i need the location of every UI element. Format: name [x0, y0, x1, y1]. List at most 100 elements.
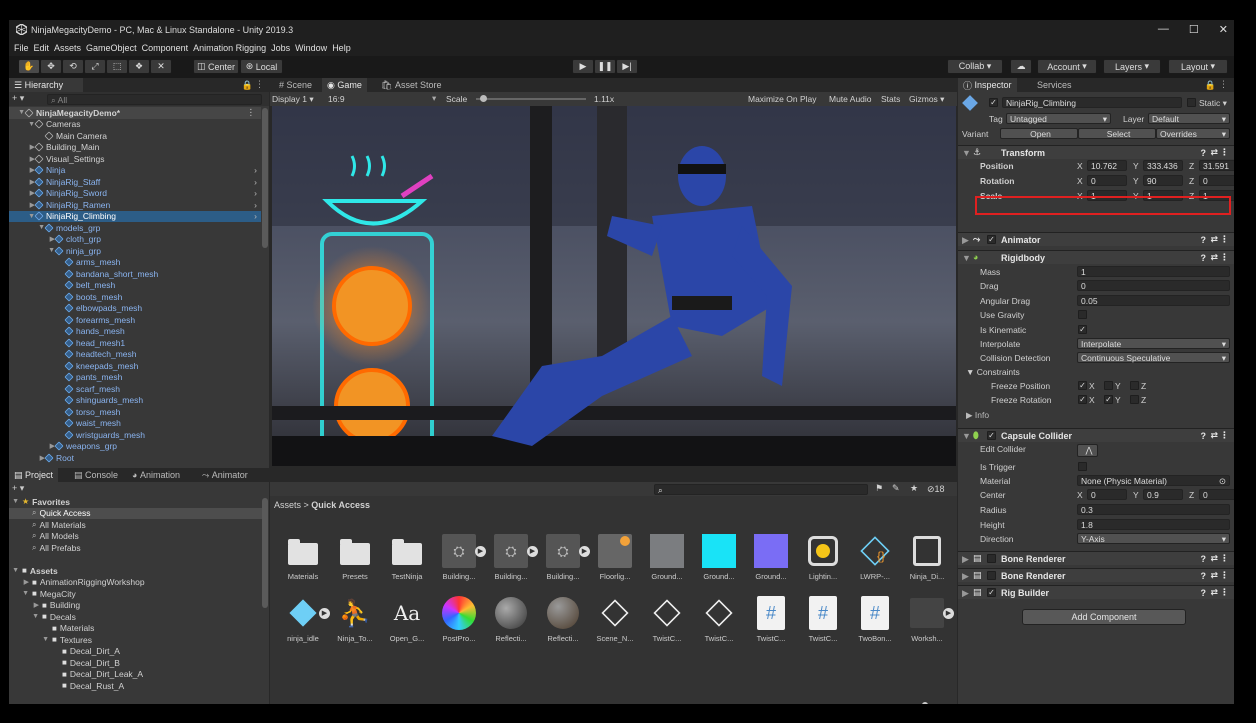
foldout-arrow[interactable]: ▶	[9, 178, 35, 186]
freeze-rotation-x-checkbox[interactable]: ✓	[1078, 395, 1087, 404]
rigidbody-number-field[interactable]: 0	[1077, 280, 1230, 292]
pivot-center-toggle[interactable]: ◫ Center	[193, 59, 239, 74]
asset-item[interactable]: Reflecti...	[488, 596, 534, 643]
asset-item[interactable]: Reflecti...	[540, 596, 586, 643]
edit-collider-button[interactable]: ⋀	[1077, 444, 1098, 457]
hierarchy-item[interactable]: waist_mesh	[9, 418, 261, 430]
open-prefab-chevron-icon[interactable]: ›	[254, 177, 257, 187]
hierarchy-item[interactable]: hands_mesh	[9, 326, 261, 338]
preset-icon[interactable]: ⇄	[1210, 570, 1218, 581]
foldout-arrow[interactable]: ▶	[9, 601, 39, 609]
asset-item[interactable]: TestNinja	[384, 534, 430, 581]
foldout-arrow[interactable]: ▼	[9, 224, 45, 231]
component-menu-icon[interactable]: ⋮	[1220, 147, 1229, 158]
foldout-arrow[interactable]: ▼	[9, 498, 19, 505]
menu-window[interactable]: Window	[295, 43, 327, 53]
active-checkbox[interactable]: ✓	[989, 98, 998, 107]
hierarchy-item[interactable]: kneepads_mesh	[9, 360, 261, 372]
hierarchy-item[interactable]: elbowpads_mesh	[9, 303, 261, 315]
foldout-arrow[interactable]: ▶	[9, 201, 35, 209]
foldout-arrow[interactable]: ▼	[9, 636, 49, 643]
asset-item[interactable]: Floorlig...	[592, 534, 638, 581]
capsule-enabled-checkbox[interactable]: ✓	[987, 431, 996, 440]
hierarchy-item[interactable]: arms_mesh	[9, 257, 261, 269]
maximize-button[interactable]: ☐	[1189, 23, 1199, 36]
asset-item[interactable]: Ground...	[696, 534, 742, 581]
foldout-arrow[interactable]: ▶	[9, 442, 55, 450]
tab-asset-store[interactable]: 🛍 Asset Store	[376, 78, 446, 92]
hierarchy-item[interactable]: ▶ weapons_grp	[9, 441, 261, 453]
project-tree-item[interactable]: ⌕ All Models	[9, 531, 264, 543]
layout-dropdown[interactable]: Layout ▾	[1168, 59, 1228, 74]
tab-game[interactable]: ◉ Game	[322, 78, 367, 92]
panel-menu-icon[interactable]: ⋮	[1219, 79, 1228, 90]
aspect-dropdown[interactable]: 16:9	[328, 94, 345, 104]
project-tree-item[interactable]: ▼ ★ Favorites	[9, 496, 264, 508]
component-menu-icon[interactable]: ⋮	[1220, 553, 1229, 564]
foldout-arrow[interactable]: ▼	[9, 213, 35, 220]
tab-animation[interactable]: ◕ Animation	[127, 468, 185, 482]
lock-icon[interactable]: 🔒	[1205, 80, 1216, 91]
minimize-button[interactable]: —	[1158, 23, 1169, 36]
constraints-foldout[interactable]: ▼ Constraints	[966, 367, 1020, 377]
rotation-z-field[interactable]: 0	[1199, 175, 1234, 186]
foldout-arrow[interactable]: ▼	[9, 121, 35, 128]
component-menu-icon[interactable]: ⋮	[1220, 234, 1229, 245]
foldout-arrow[interactable]: ▶	[9, 578, 29, 586]
capsule-collider-header[interactable]: ▼ ⬮ ✓ Capsule Collider ? ⇄ ⋮	[958, 428, 1234, 442]
breadcrumb-quick-access[interactable]: Quick Access	[311, 500, 370, 510]
preset-icon[interactable]: ⇄	[1210, 430, 1218, 441]
game-view[interactable]	[272, 106, 956, 466]
component-menu-icon[interactable]: ⋮	[1220, 570, 1229, 581]
position-x-field[interactable]: 10.762	[1087, 160, 1127, 171]
center-z-field[interactable]: 0	[1199, 489, 1234, 500]
rig-builder-header[interactable]: ▶ ▤ ✓ Rig Builder ? ⇄ ⋮	[958, 585, 1234, 599]
aspect-dropdown-arrow[interactable]: ▾	[432, 93, 436, 104]
asset-item[interactable]: # TwoBon...	[852, 596, 898, 643]
asset-item[interactable]: # TwistC...	[800, 596, 846, 643]
asset-item[interactable]: # TwistC...	[748, 596, 794, 643]
tab-scene[interactable]: # Scene	[274, 78, 317, 92]
hierarchy-item[interactable]: ▼ Cameras	[9, 119, 261, 131]
preset-icon[interactable]: ⇄	[1210, 252, 1218, 263]
pivot-local-toggle[interactable]: ⊛ Local	[240, 59, 283, 74]
menu-assets[interactable]: Assets	[54, 43, 81, 53]
hierarchy-item[interactable]: ▶ Visual_Settings	[9, 153, 261, 165]
pause-button[interactable]: ❚❚	[594, 59, 616, 74]
is-trigger-checkbox[interactable]	[1078, 462, 1087, 471]
material-field[interactable]: None (Physic Material) ⊙	[1077, 475, 1230, 486]
asset-item[interactable]: ▶ Worksh...	[904, 596, 954, 643]
foldout-arrow[interactable]: ▶	[9, 143, 35, 151]
bone-renderer-1-checkbox[interactable]	[987, 554, 996, 563]
help-icon[interactable]: ?	[1201, 571, 1207, 581]
help-icon[interactable]: ?	[1201, 253, 1207, 263]
menu-edit[interactable]: Edit	[34, 43, 50, 53]
expand-play-icon[interactable]: ▶	[475, 546, 486, 557]
asset-item[interactable]: {} LWRP-...	[852, 534, 898, 581]
menu-file[interactable]: File	[14, 43, 29, 53]
hierarchy-item[interactable]: shinguards_mesh	[9, 395, 261, 407]
maximize-on-play-toggle[interactable]: Maximize On Play	[748, 94, 817, 104]
project-tree-item[interactable]: ■ Decal_Dirt_B	[9, 657, 264, 669]
display-dropdown[interactable]: Display 1 ▾	[272, 94, 314, 105]
hierarchy-item[interactable]: torso_mesh	[9, 406, 261, 418]
hidden-count[interactable]: ⊘18	[927, 484, 945, 495]
asset-item[interactable]: PostPro...	[436, 596, 482, 643]
hierarchy-item[interactable]: ▼ NinjaMegacityDemo* ⋮	[9, 107, 261, 119]
expand-play-icon[interactable]: ▶	[943, 608, 954, 619]
move-tool-button[interactable]: ✥	[40, 59, 62, 74]
hierarchy-item[interactable]: scarf_mesh	[9, 383, 261, 395]
open-prefab-chevron-icon[interactable]: ›	[254, 165, 257, 175]
rigidbody-number-field[interactable]: 1	[1077, 266, 1230, 277]
freeze-rotation-z-checkbox[interactable]	[1130, 395, 1139, 404]
freeze-rotation-y-checkbox[interactable]: ✓	[1104, 395, 1113, 404]
asset-item[interactable]: Ground...	[644, 534, 690, 581]
asset-item[interactable]: Scene_N...	[592, 596, 638, 643]
play-button[interactable]: ▶	[572, 59, 594, 74]
foldout-arrow[interactable]: ▶	[9, 235, 55, 243]
hierarchy-scrollbar[interactable]	[262, 108, 268, 248]
project-tree-item[interactable]: ⌕ All Prefabs	[9, 542, 264, 554]
foldout-arrow[interactable]: ▶	[9, 454, 45, 462]
rigidbody-checkbox[interactable]: ✓	[1078, 324, 1087, 334]
foldout-arrow[interactable]: ▶	[9, 155, 35, 163]
